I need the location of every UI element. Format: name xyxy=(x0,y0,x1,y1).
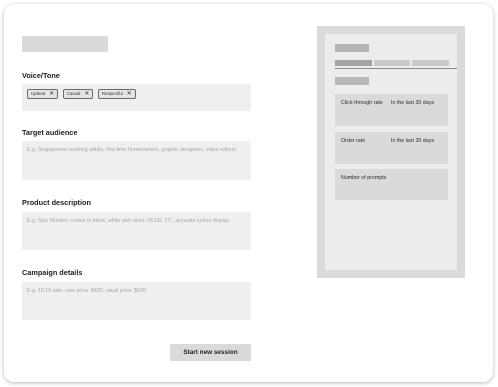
target-audience-input[interactable]: E.g. Singaporean working adults, first-t… xyxy=(22,141,251,180)
card-period: In the last 30 days xyxy=(391,138,434,144)
stats-panel: Click-through rate In the last 30 days O… xyxy=(317,26,465,278)
click-through-rate-card: Click-through rate In the last 30 days xyxy=(335,94,448,126)
voice-tone-label: Voice/Tone xyxy=(22,71,60,80)
tab-underline xyxy=(335,68,457,69)
campaign-details-label: Campaign details xyxy=(22,268,83,277)
product-description-label: Product description xyxy=(22,198,91,207)
card-label: Order rate xyxy=(341,138,366,144)
tag-label: Respectful xyxy=(101,91,123,97)
tab-2[interactable] xyxy=(374,60,410,66)
card-label: Number of prompts xyxy=(341,175,387,181)
card-period: In the last 30 days xyxy=(391,100,434,106)
remove-tag-icon[interactable]: ✕ xyxy=(127,91,132,97)
app-window: Voice/Tone Upbeat ✕ Casual ✕ Respectful … xyxy=(4,4,493,382)
tag-label: Casual xyxy=(66,91,81,97)
remove-tag-icon[interactable]: ✕ xyxy=(84,91,89,97)
tag-upbeat: Upbeat ✕ xyxy=(27,89,59,99)
voice-tone-field[interactable]: Upbeat ✕ Casual ✕ Respectful ✕ xyxy=(22,84,251,111)
panel-subtitle-placeholder xyxy=(335,77,369,85)
tag-casual: Casual ✕ xyxy=(62,89,94,99)
remove-tag-icon[interactable]: ✕ xyxy=(49,91,54,97)
product-description-input[interactable]: E.g. Styx Monitor, comes in black, white… xyxy=(22,212,251,250)
stats-panel-inner: Click-through rate In the last 30 days O… xyxy=(325,34,457,270)
logo-placeholder xyxy=(22,36,108,52)
tag-respectful: Respectful ✕ xyxy=(97,89,136,99)
number-of-prompts-card: Number of prompts xyxy=(335,169,448,200)
order-rate-card: Order rate In the last 30 days xyxy=(335,132,448,164)
panel-title-placeholder xyxy=(335,44,369,52)
tab-1[interactable] xyxy=(335,60,372,66)
target-audience-label: Target audience xyxy=(22,128,78,137)
card-label: Click-through rate xyxy=(341,100,383,106)
tab-3[interactable] xyxy=(412,60,449,66)
start-new-session-button[interactable]: Start new session xyxy=(170,344,251,361)
campaign-details-input[interactable]: E.g. 10.10 sale, new price: $439, usual … xyxy=(22,282,251,320)
tag-label: Upbeat xyxy=(31,91,46,97)
